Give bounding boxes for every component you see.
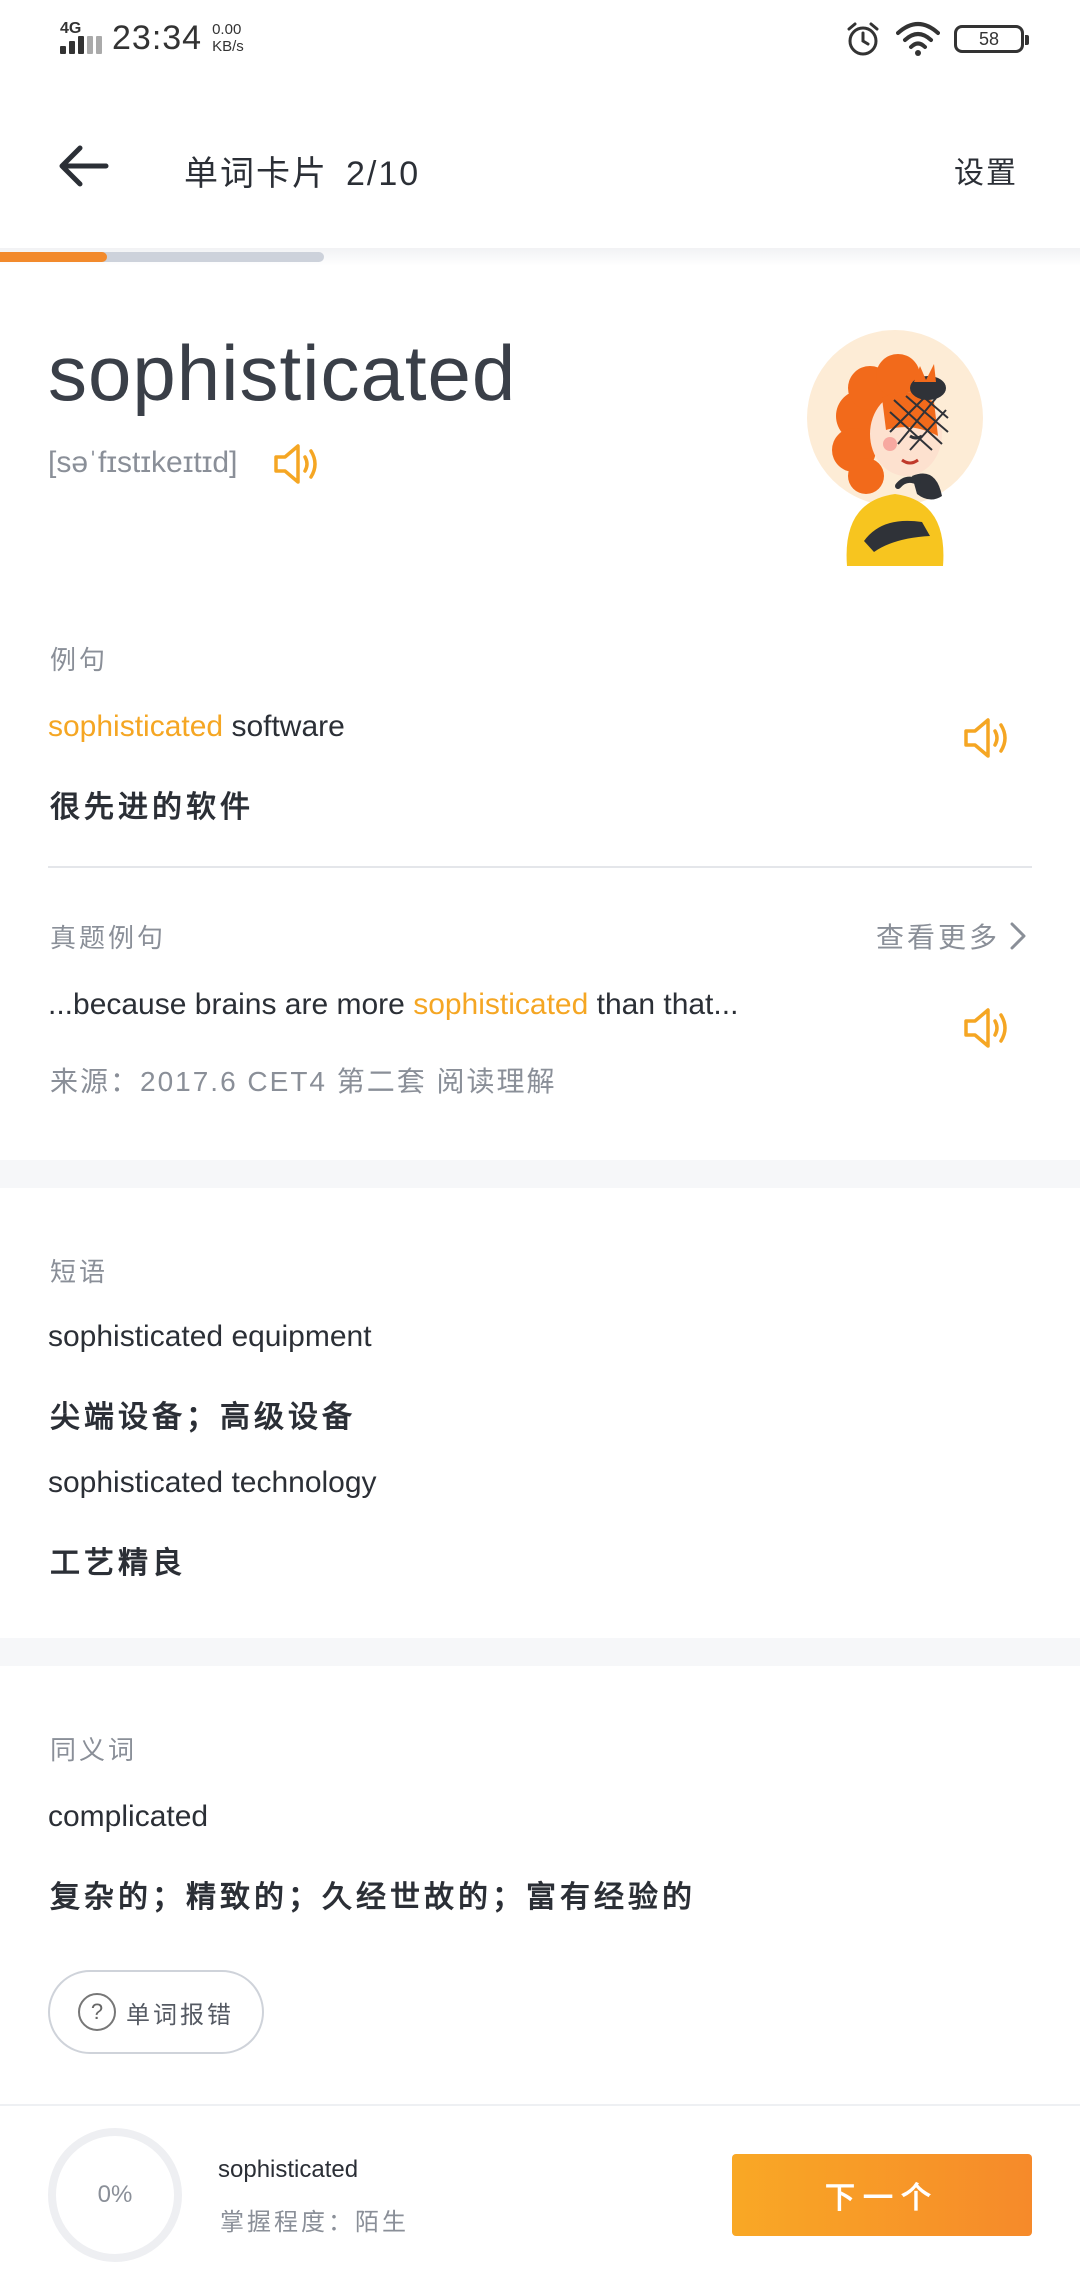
bottom-bar: 0% sophisticated 掌握程度：陌生 下一个 bbox=[0, 2104, 1080, 2280]
question-icon: ? bbox=[78, 1993, 116, 2031]
speaker-icon bbox=[964, 1008, 1007, 1048]
synonym-cn: 复杂的；精致的；久经世故的；富有经验的 bbox=[50, 1881, 696, 1914]
status-left: 4G 23:34 0.00 KB/s bbox=[58, 18, 244, 58]
exam-example-after: than that... bbox=[588, 988, 739, 1021]
phrase-en: sophisticated equipment bbox=[48, 1320, 372, 1353]
example-audio-button[interactable] bbox=[962, 714, 1014, 762]
progress-fill bbox=[0, 252, 107, 262]
mastery-progress-ring: 0% bbox=[48, 2128, 182, 2262]
pronounce-button[interactable] bbox=[272, 440, 324, 488]
alarm-icon bbox=[847, 22, 879, 56]
page-title: 单词卡片 2/10 bbox=[184, 146, 420, 195]
section-separator bbox=[0, 1638, 1080, 1666]
view-more-link[interactable]: 查看更多 bbox=[876, 916, 1028, 956]
view-more-label: 查看更多 bbox=[875, 922, 1000, 953]
title-text: 单词卡片 bbox=[184, 155, 328, 193]
mascot-illustration bbox=[807, 330, 983, 566]
phrase-cn: 工艺精良 bbox=[50, 1547, 186, 1580]
mastery-level: 掌握程度：陌生 bbox=[220, 2209, 409, 2236]
exam-example-audio-button[interactable] bbox=[962, 1004, 1014, 1052]
exam-source: 来源：2017.6 CET4 第二套 阅读理解 bbox=[50, 1066, 557, 1097]
speaker-icon bbox=[274, 444, 317, 484]
example-cn: 很先进的软件 bbox=[50, 791, 254, 824]
exam-example-before: ...because brains are more bbox=[48, 988, 414, 1021]
report-error-label: 单词报错 bbox=[126, 2001, 234, 2029]
footer-word: sophisticated bbox=[218, 2156, 359, 2183]
example-en: sophisticated software bbox=[48, 710, 345, 744]
phonetic: [səˈfɪstɪkeɪtɪd] bbox=[48, 446, 238, 479]
example-label: 例句 bbox=[50, 645, 109, 675]
clock: 23:34 bbox=[112, 18, 203, 57]
next-button[interactable]: 下一个 bbox=[732, 2154, 1032, 2236]
phrases-label: 短语 bbox=[50, 1257, 109, 1287]
back-button[interactable] bbox=[56, 138, 112, 194]
battery-indicator: 58 bbox=[954, 25, 1029, 53]
exam-example-label: 真题例句 bbox=[50, 923, 167, 953]
word-title: sophisticated bbox=[48, 329, 517, 417]
phrase-en: sophisticated technology bbox=[48, 1466, 377, 1499]
mastery-percent: 0% bbox=[97, 2181, 133, 2208]
settings-button[interactable]: 设置 bbox=[954, 148, 1018, 192]
speed-unit: KB/s bbox=[212, 38, 244, 55]
back-arrow-icon bbox=[59, 145, 109, 187]
section-separator bbox=[0, 1160, 1080, 1188]
synonyms-label: 同义词 bbox=[50, 1735, 138, 1765]
status-bar: 4G 23:34 0.00 KB/s 58 bbox=[0, 0, 1080, 80]
signal-icon: 4G bbox=[58, 18, 102, 58]
progress-bar bbox=[0, 252, 324, 262]
divider bbox=[48, 866, 1032, 868]
wifi-icon bbox=[896, 22, 940, 56]
speaker-icon bbox=[964, 718, 1007, 758]
exam-example-highlight: sophisticated bbox=[413, 988, 589, 1021]
status-right: 58 bbox=[844, 20, 1029, 58]
exam-example-en: ...because brains are more sophisticated… bbox=[48, 988, 738, 1022]
example-rest: software bbox=[223, 710, 345, 743]
speed-value: 0.00 bbox=[212, 21, 242, 38]
mascot-avatar bbox=[802, 326, 988, 566]
chevron-right-icon bbox=[1010, 922, 1026, 950]
report-error-button[interactable]: ? 单词报错 bbox=[48, 1970, 264, 2054]
network-speed: 0.00 KB/s bbox=[212, 21, 244, 55]
card-counter: 2/10 bbox=[346, 155, 421, 193]
top-bar: 单词卡片 2/10 设置 bbox=[0, 100, 1080, 252]
example-highlight: sophisticated bbox=[48, 710, 224, 743]
synonym-word: complicated bbox=[48, 1800, 209, 1833]
phrase-cn: 尖端设备；高级设备 bbox=[50, 1401, 356, 1434]
